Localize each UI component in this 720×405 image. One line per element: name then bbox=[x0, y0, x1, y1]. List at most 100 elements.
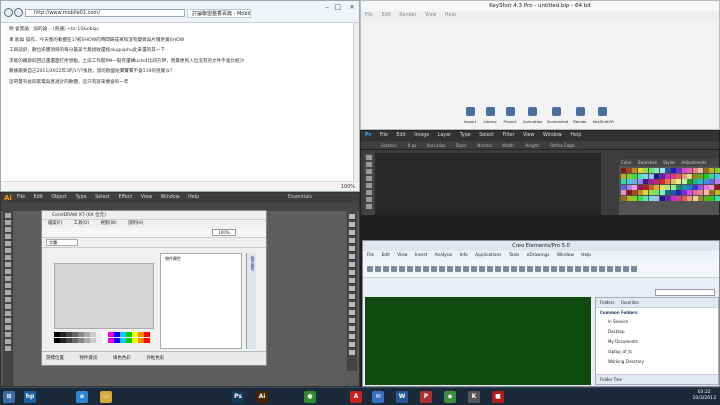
swatch[interactable] bbox=[643, 179, 648, 184]
color-palette[interactable] bbox=[54, 332, 154, 346]
folder-item[interactable]: laptop_of_tc bbox=[596, 347, 718, 357]
menu-item[interactable]: View bbox=[425, 13, 436, 18]
hp-icon[interactable]: hp bbox=[24, 391, 36, 403]
app-icon[interactable]: ■ bbox=[492, 391, 504, 403]
toolbar-icon[interactable] bbox=[439, 265, 445, 272]
tool-icon[interactable] bbox=[366, 162, 372, 167]
menu-item[interactable]: Edit bbox=[396, 133, 405, 138]
swatch[interactable] bbox=[648, 190, 654, 195]
swatch[interactable] bbox=[692, 190, 698, 195]
swatch[interactable] bbox=[698, 173, 703, 179]
swatch[interactable] bbox=[703, 173, 709, 179]
panel-icon[interactable] bbox=[349, 262, 355, 267]
swatch[interactable] bbox=[692, 168, 698, 173]
menu-item[interactable]: Select bbox=[95, 195, 110, 200]
swatch[interactable] bbox=[687, 179, 692, 184]
toolbar-icon[interactable] bbox=[607, 265, 613, 272]
swatch[interactable] bbox=[681, 173, 687, 179]
explorer-icon[interactable]: ▭ bbox=[100, 391, 112, 403]
swatch[interactable] bbox=[643, 173, 648, 179]
swatch[interactable] bbox=[676, 195, 681, 201]
menu-item[interactable]: Applications bbox=[475, 253, 501, 258]
tool-icon[interactable] bbox=[366, 204, 372, 209]
toolbar-icon[interactable] bbox=[487, 265, 493, 272]
swatch[interactable] bbox=[648, 195, 654, 201]
render-button[interactable]: Render bbox=[571, 105, 589, 124]
panel-icon[interactable] bbox=[349, 294, 355, 299]
swatch[interactable] bbox=[643, 184, 648, 190]
swatch[interactable] bbox=[643, 168, 648, 173]
menu-item[interactable]: File bbox=[380, 133, 388, 138]
swatch[interactable] bbox=[703, 184, 709, 190]
tool-icon[interactable] bbox=[5, 332, 11, 337]
swatch[interactable] bbox=[703, 190, 709, 195]
swatch[interactable] bbox=[687, 173, 692, 179]
swatch[interactable] bbox=[714, 168, 720, 173]
toolbar-icon[interactable] bbox=[463, 265, 469, 272]
swatch[interactable] bbox=[637, 179, 643, 184]
drawing-area[interactable] bbox=[54, 263, 154, 329]
toolbar-icon[interactable] bbox=[479, 265, 485, 272]
swatch[interactable] bbox=[643, 190, 648, 195]
menu-item[interactable]: Help bbox=[570, 133, 581, 138]
workspace-switcher[interactable]: Essentials bbox=[288, 193, 312, 203]
swatch[interactable] bbox=[621, 179, 626, 184]
toolbar-icon[interactable] bbox=[455, 265, 461, 272]
swatch[interactable] bbox=[698, 195, 703, 201]
acrobat-icon[interactable]: A bbox=[350, 391, 362, 403]
menu-item[interactable]: Filter bbox=[503, 133, 515, 138]
palette-swatch[interactable] bbox=[144, 338, 150, 343]
panel-icon[interactable] bbox=[349, 302, 355, 307]
menu-item[interactable]: Type bbox=[460, 133, 471, 138]
toolbar-icon[interactable] bbox=[375, 265, 381, 272]
swatch[interactable] bbox=[698, 184, 703, 190]
style-select[interactable]: Normal bbox=[477, 143, 491, 148]
toolbar-icon[interactable] bbox=[383, 265, 389, 272]
swatch[interactable] bbox=[709, 179, 714, 184]
panel-icon[interactable] bbox=[349, 246, 355, 251]
toolbar-icon[interactable] bbox=[519, 265, 525, 272]
menu-item[interactable]: Window bbox=[161, 195, 180, 200]
panel-icon[interactable] bbox=[349, 334, 355, 339]
font-select[interactable]: 字體 bbox=[46, 239, 78, 246]
menu-item[interactable]: Help bbox=[445, 13, 456, 18]
panel-icon[interactable] bbox=[349, 350, 355, 355]
swatch[interactable] bbox=[659, 179, 665, 184]
swatch[interactable] bbox=[709, 190, 714, 195]
swatch[interactable] bbox=[670, 190, 676, 195]
app-icon[interactable]: ◆ bbox=[444, 391, 456, 403]
forward-icon[interactable] bbox=[14, 8, 23, 17]
tool-icon[interactable] bbox=[5, 262, 11, 267]
swatch[interactable] bbox=[659, 168, 665, 173]
address-bar[interactable]: http://www.mobile01.com/ bbox=[25, 9, 185, 17]
tool-icon[interactable] bbox=[5, 276, 11, 281]
refine-edge-button[interactable]: Refine Edge... bbox=[550, 143, 578, 148]
swatch[interactable] bbox=[654, 190, 659, 195]
menu-item[interactable]: View bbox=[523, 133, 534, 138]
swatch[interactable] bbox=[621, 184, 626, 190]
tool-icon[interactable] bbox=[5, 248, 11, 253]
tool-icon[interactable] bbox=[5, 297, 11, 302]
swatch[interactable] bbox=[654, 168, 659, 173]
toolbar-icon[interactable] bbox=[551, 265, 557, 272]
panel-icon[interactable] bbox=[349, 254, 355, 259]
toolbar-icon[interactable] bbox=[415, 265, 421, 272]
menu-item[interactable]: Edit bbox=[382, 253, 390, 258]
tab-swatches[interactable]: Swatches bbox=[638, 160, 657, 165]
tool-icon[interactable] bbox=[5, 241, 11, 246]
docker-tab[interactable]: 物件屬性 bbox=[246, 253, 256, 349]
tool-icon[interactable] bbox=[5, 318, 11, 323]
panel-icon[interactable] bbox=[349, 286, 355, 291]
swatch[interactable] bbox=[626, 190, 632, 195]
swatch[interactable] bbox=[659, 184, 665, 190]
swatch[interactable] bbox=[637, 195, 643, 201]
swatch[interactable] bbox=[621, 190, 626, 195]
panel-icon[interactable] bbox=[349, 342, 355, 347]
swatch[interactable] bbox=[632, 190, 637, 195]
folder-item[interactable]: In Session bbox=[596, 317, 718, 327]
menu-item[interactable]: File bbox=[365, 13, 373, 18]
swatch[interactable] bbox=[665, 179, 670, 184]
close-icon[interactable]: × bbox=[349, 3, 355, 11]
swatch[interactable] bbox=[670, 179, 676, 184]
swatch[interactable] bbox=[626, 195, 632, 201]
